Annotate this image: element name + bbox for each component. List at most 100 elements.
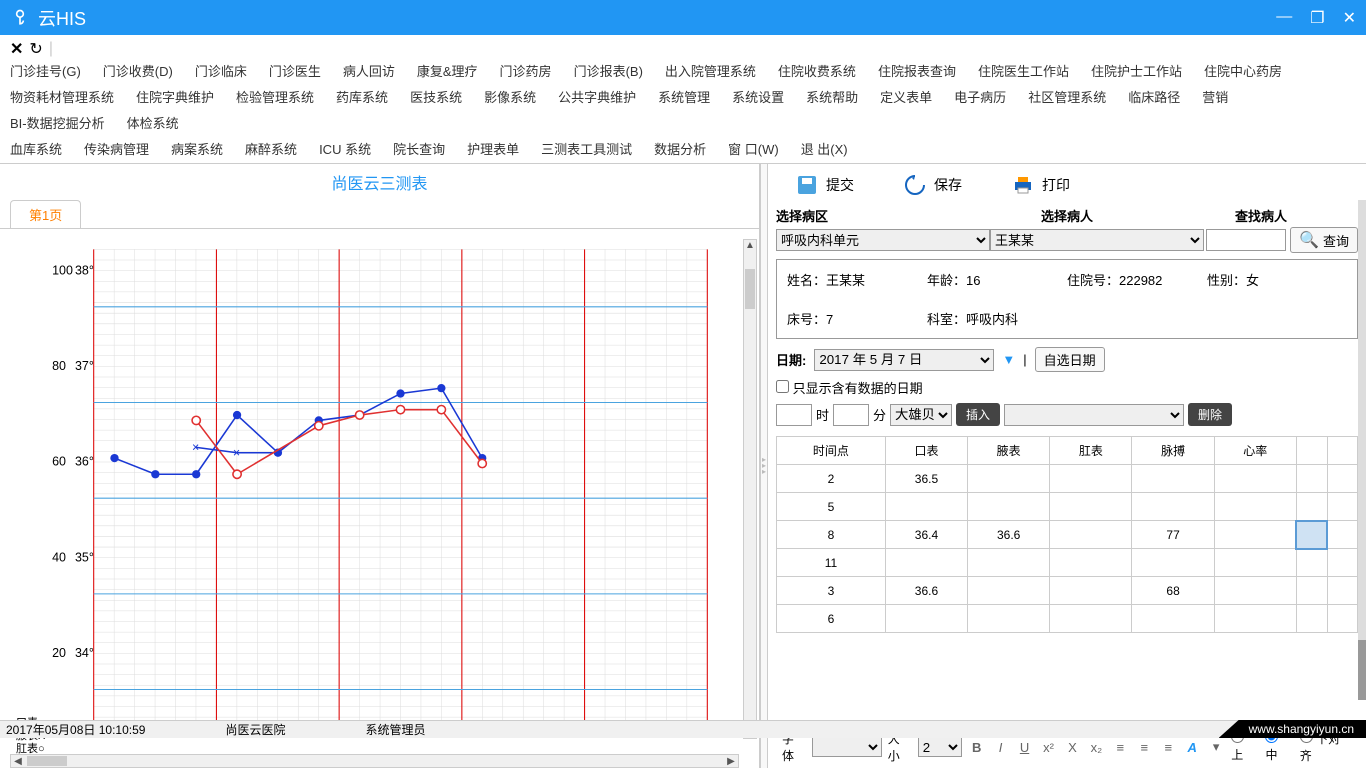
submit-button[interactable]: 提交: [796, 174, 854, 196]
menu-item[interactable]: 药库系统: [336, 85, 400, 111]
save-button[interactable]: 保存: [904, 174, 962, 196]
align-center-icon[interactable]: ≡: [1135, 738, 1153, 756]
menu-item[interactable]: 门诊报表(B): [574, 59, 655, 85]
menu-item[interactable]: 检验管理系统: [236, 85, 326, 111]
menu-item[interactable]: 系统管理: [658, 85, 722, 111]
horizontal-scrollbar[interactable]: ◀▶: [10, 754, 739, 768]
menu-item[interactable]: 住院收费系统: [778, 59, 868, 85]
splitter[interactable]: ▸▸▸: [760, 164, 768, 768]
tool-close-icon[interactable]: ✕: [10, 39, 23, 59]
menu-item[interactable]: 传染病管理: [84, 137, 161, 163]
table-header: 心率: [1214, 437, 1296, 465]
tool-refresh-icon[interactable]: ↻: [29, 39, 42, 59]
underline-icon[interactable]: U: [1016, 738, 1034, 756]
menu-item[interactable]: 三测表工具测试: [541, 137, 644, 163]
window-scrollbar[interactable]: [1358, 200, 1366, 700]
table-row[interactable]: 5: [777, 493, 1358, 521]
statusbar: 2017年05月08日 10:10:59 尚医云医院 系统管理员: [0, 720, 1366, 738]
menu-item[interactable]: 门诊医生: [269, 59, 333, 85]
maximize-icon[interactable]: ❐: [1310, 8, 1324, 28]
font-color-icon[interactable]: A: [1183, 738, 1201, 756]
patient-select[interactable]: 王某某: [990, 229, 1204, 251]
menu-item[interactable]: 影像系统: [484, 85, 548, 111]
menu-item[interactable]: 体检系统: [127, 111, 191, 137]
align-right-icon[interactable]: ≡: [1159, 738, 1177, 756]
auto-date-button[interactable]: 自选日期: [1035, 347, 1105, 372]
menu-item[interactable]: 麻醉系统: [245, 137, 309, 163]
menu-item[interactable]: 门诊临床: [195, 59, 259, 85]
font-select[interactable]: [812, 737, 882, 757]
menu-item[interactable]: 系统设置: [732, 85, 796, 111]
strikethrough-icon[interactable]: X: [1063, 738, 1081, 756]
menu-item[interactable]: 社区管理系统: [1028, 85, 1118, 111]
wide-select[interactable]: [1004, 404, 1184, 426]
subscript-icon[interactable]: x₂: [1087, 738, 1105, 756]
menu-item[interactable]: BI-数据挖掘分析: [10, 111, 117, 137]
menu-item[interactable]: 护理表单: [467, 137, 531, 163]
table-row[interactable]: 236.5: [777, 465, 1358, 493]
table-header: 腋表: [968, 437, 1050, 465]
menu-item[interactable]: 病案系统: [171, 137, 235, 163]
table-row[interactable]: 6: [777, 605, 1358, 633]
menubar: 门诊挂号(G) 门诊收费(D) 门诊临床门诊医生病人回访康复&理疗门诊药房门诊报表(…: [0, 59, 1366, 163]
menu-item[interactable]: 门诊收费(D): [103, 59, 185, 85]
option-select[interactable]: 大雄贝: [890, 404, 952, 426]
hour-input[interactable]: [776, 404, 812, 426]
menu-item[interactable]: 出入院管理系统: [665, 59, 768, 85]
align-left-icon[interactable]: ≡: [1111, 738, 1129, 756]
menu-item[interactable]: 门诊药房: [500, 59, 564, 85]
ward-label: 选择病区: [776, 206, 970, 225]
only-data-checkbox[interactable]: 只显示含有数据的日期: [776, 381, 923, 396]
menu-item[interactable]: 定义表单: [880, 85, 944, 111]
close-icon[interactable]: ✕: [1343, 8, 1356, 28]
table-row[interactable]: 11: [777, 549, 1358, 577]
insert-button[interactable]: 插入: [956, 403, 1000, 426]
minimize-icon[interactable]: —: [1276, 8, 1292, 28]
find-input[interactable]: [1206, 229, 1286, 251]
menu-item[interactable]: 临床路径: [1128, 85, 1192, 111]
table-header: [1327, 437, 1357, 465]
superscript-icon[interactable]: x²: [1040, 738, 1058, 756]
menu-item[interactable]: 医技系统: [410, 85, 474, 111]
font-color-dropdown-icon[interactable]: ▾: [1207, 738, 1225, 756]
menu-item[interactable]: 院长查询: [393, 137, 457, 163]
date-select[interactable]: 2017 年 5 月 7 日: [814, 349, 994, 371]
menu-item[interactable]: 病人回访: [343, 59, 407, 85]
menu-item[interactable]: 电子病历: [954, 85, 1018, 111]
menu-item[interactable]: 住院医生工作站: [978, 59, 1081, 85]
menu-item[interactable]: 住院中心药房: [1204, 59, 1294, 85]
menu-item[interactable]: 血库系统: [10, 137, 74, 163]
italic-icon[interactable]: I: [992, 738, 1010, 756]
minute-input[interactable]: [833, 404, 869, 426]
search-button[interactable]: 🔍 查询: [1290, 227, 1358, 253]
table-row[interactable]: 336.668: [777, 577, 1358, 605]
patient-label: 选择病人: [970, 206, 1164, 225]
menu-item[interactable]: 窗 口(W): [728, 137, 791, 163]
menu-item[interactable]: 住院报表查询: [878, 59, 968, 85]
menu-item[interactable]: 系统帮助: [806, 85, 870, 111]
menu-item[interactable]: 住院护士工作站: [1091, 59, 1194, 85]
menu-item[interactable]: 退 出(X): [801, 137, 860, 163]
action-bar: 提交 保存 打印: [776, 170, 1358, 206]
ward-select[interactable]: 呼吸内科单元: [776, 229, 990, 251]
menu-item[interactable]: 门诊挂号(G): [10, 59, 93, 85]
vertical-scrollbar[interactable]: ▲: [743, 239, 757, 739]
size-select[interactable]: 2: [918, 737, 962, 757]
menu-item[interactable]: 物资耗材管理系统: [10, 85, 126, 111]
table-header: 脉搏: [1132, 437, 1214, 465]
print-button[interactable]: 打印: [1012, 174, 1070, 196]
menu-item[interactable]: 康复&理疗: [417, 59, 490, 85]
menu-item[interactable]: 住院字典维护: [136, 85, 226, 111]
menu-item[interactable]: 营销: [1202, 85, 1240, 111]
tab-page1[interactable]: 第1页: [10, 200, 81, 228]
watermark: www.shangyiyun.cn: [1219, 720, 1366, 738]
svg-text:60: 60: [52, 455, 66, 469]
delete-button[interactable]: 删除: [1188, 403, 1232, 426]
table-row[interactable]: 836.436.677: [777, 521, 1358, 549]
bold-icon[interactable]: B: [968, 738, 986, 756]
menu-item[interactable]: 公共字典维护: [558, 85, 648, 111]
date-caret-icon[interactable]: ▼: [1002, 352, 1015, 367]
table-header: [1296, 437, 1327, 465]
menu-item[interactable]: ICU 系统: [319, 137, 383, 163]
menu-item[interactable]: 数据分析: [654, 137, 718, 163]
